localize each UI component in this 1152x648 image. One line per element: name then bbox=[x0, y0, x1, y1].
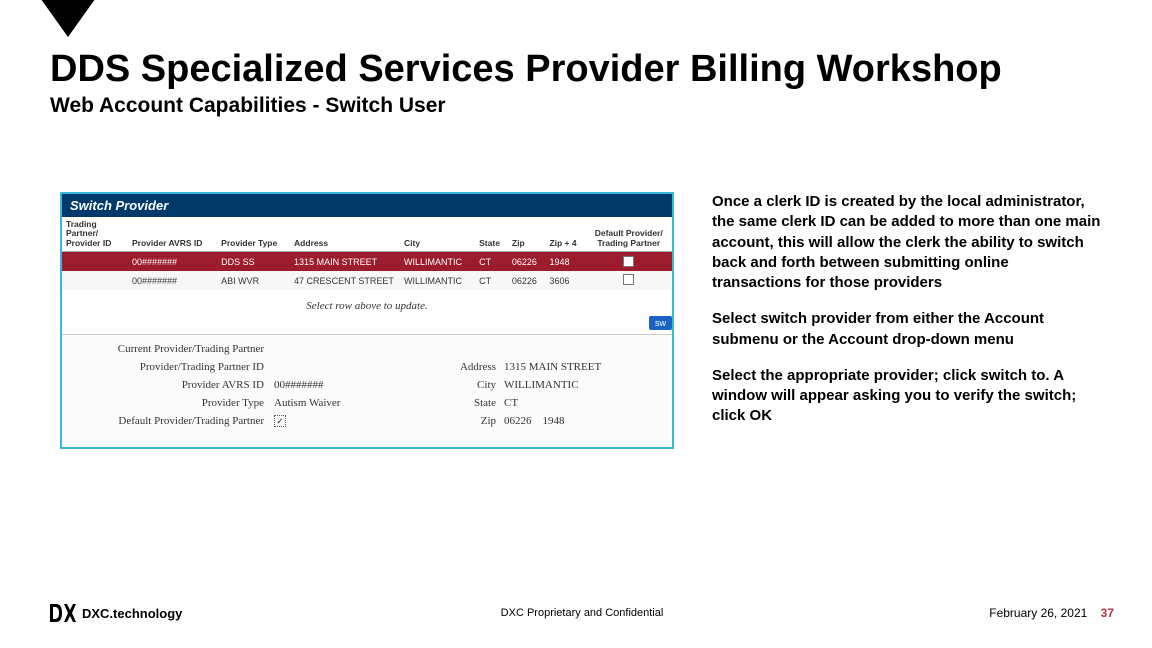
cell-pid bbox=[62, 252, 128, 272]
value-state: CT bbox=[502, 397, 622, 409]
note-paragraph: Once a clerk ID is created by the local … bbox=[712, 192, 1102, 293]
label-ptype: Provider Type bbox=[68, 397, 272, 409]
table-row[interactable]: 00####### ABI WVR 47 CRESCENT STREET WIL… bbox=[62, 271, 672, 290]
cell-ptype: DDS SS bbox=[217, 252, 290, 272]
value-city: WILLIMANTIC bbox=[502, 379, 622, 391]
page-title: DDS Specialized Services Provider Billin… bbox=[50, 50, 1102, 90]
cell-addr: 47 CRESCENT STREET bbox=[290, 271, 400, 290]
col-zip4: Zip + 4 bbox=[545, 217, 585, 252]
cell-ptype: ABI WVR bbox=[217, 271, 290, 290]
default-checkbox[interactable] bbox=[623, 274, 634, 285]
footer-confidential: DXC Proprietary and Confidential bbox=[501, 607, 664, 619]
col-state: State bbox=[475, 217, 508, 252]
cell-state: CT bbox=[475, 271, 508, 290]
default-checkbox-detail[interactable]: ✓ bbox=[274, 415, 286, 427]
switch-provider-panel: Switch Provider Trading Partner/ Provide… bbox=[60, 192, 674, 449]
col-zip: Zip bbox=[508, 217, 546, 252]
cell-avrs: 00####### bbox=[128, 252, 217, 272]
label-address: Address bbox=[432, 361, 502, 373]
col-default: Default Provider/ Trading Partner bbox=[585, 217, 672, 252]
label-provider-id: Provider/Trading Partner ID bbox=[68, 361, 272, 373]
page-subtitle: Web Account Capabilities - Switch User bbox=[50, 94, 1102, 118]
col-city: City bbox=[400, 217, 475, 252]
col-address: Address bbox=[290, 217, 400, 252]
switch-button[interactable]: sw bbox=[649, 316, 672, 330]
cell-zip4: 1948 bbox=[545, 252, 585, 272]
label-zip: Zip bbox=[432, 415, 502, 427]
content-row: Switch Provider Trading Partner/ Provide… bbox=[60, 192, 1102, 449]
cell-zip: 06226 bbox=[508, 252, 546, 272]
provider-table: Trading Partner/ Provider ID Provider AV… bbox=[62, 217, 672, 290]
value-ptype: Autism Waiver bbox=[272, 397, 432, 409]
footer: DXC.technology DXC Proprietary and Confi… bbox=[50, 604, 1114, 622]
cell-zip4: 3606 bbox=[545, 271, 585, 290]
notes-column: Once a clerk ID is created by the local … bbox=[712, 192, 1102, 449]
label-state: State bbox=[432, 397, 502, 409]
cell-city: WILLIMANTIC bbox=[400, 271, 475, 290]
label-city: City bbox=[432, 379, 502, 391]
cell-state: CT bbox=[475, 252, 508, 272]
table-row[interactable]: 00####### DDS SS 1315 MAIN STREET WILLIM… bbox=[62, 252, 672, 272]
cell-addr: 1315 MAIN STREET bbox=[290, 252, 400, 272]
footer-date: February 26, 2021 bbox=[989, 606, 1087, 620]
update-prompt: Select row above to update. bbox=[62, 290, 672, 316]
footer-right: February 26, 2021 37 bbox=[989, 606, 1114, 620]
logo-text: DXC.technology bbox=[82, 606, 182, 621]
value-zip: 06226 1948 bbox=[502, 415, 622, 427]
col-ptype: Provider Type bbox=[217, 217, 290, 252]
label-default: Default Provider/Trading Partner bbox=[68, 415, 272, 427]
value-address: 1315 MAIN STREET bbox=[502, 361, 622, 373]
default-checkbox[interactable]: ✓ bbox=[623, 256, 634, 267]
cell-zip: 06226 bbox=[508, 271, 546, 290]
decorative-triangle bbox=[38, 0, 98, 37]
cell-avrs: 00####### bbox=[128, 271, 217, 290]
logo: DXC.technology bbox=[50, 604, 182, 622]
note-paragraph: Select switch provider from either the A… bbox=[712, 309, 1102, 350]
dxc-logo-icon bbox=[50, 604, 76, 622]
panel-heading: Switch Provider bbox=[62, 194, 672, 217]
page-number: 37 bbox=[1101, 606, 1114, 620]
cell-pid bbox=[62, 271, 128, 290]
detail-area: Current Provider/Trading Partner Provide… bbox=[62, 334, 672, 447]
col-trading-partner: Trading Partner/ Provider ID bbox=[62, 217, 128, 252]
label-avrs: Provider AVRS ID bbox=[68, 379, 272, 391]
label-current-provider: Current Provider/Trading Partner bbox=[68, 343, 272, 355]
title-block: DDS Specialized Services Provider Billin… bbox=[50, 50, 1102, 118]
cell-city: WILLIMANTIC bbox=[400, 252, 475, 272]
value-avrs: 00####### bbox=[272, 379, 432, 391]
col-avrs: Provider AVRS ID bbox=[128, 217, 217, 252]
note-paragraph: Select the appropriate provider; click s… bbox=[712, 366, 1102, 427]
